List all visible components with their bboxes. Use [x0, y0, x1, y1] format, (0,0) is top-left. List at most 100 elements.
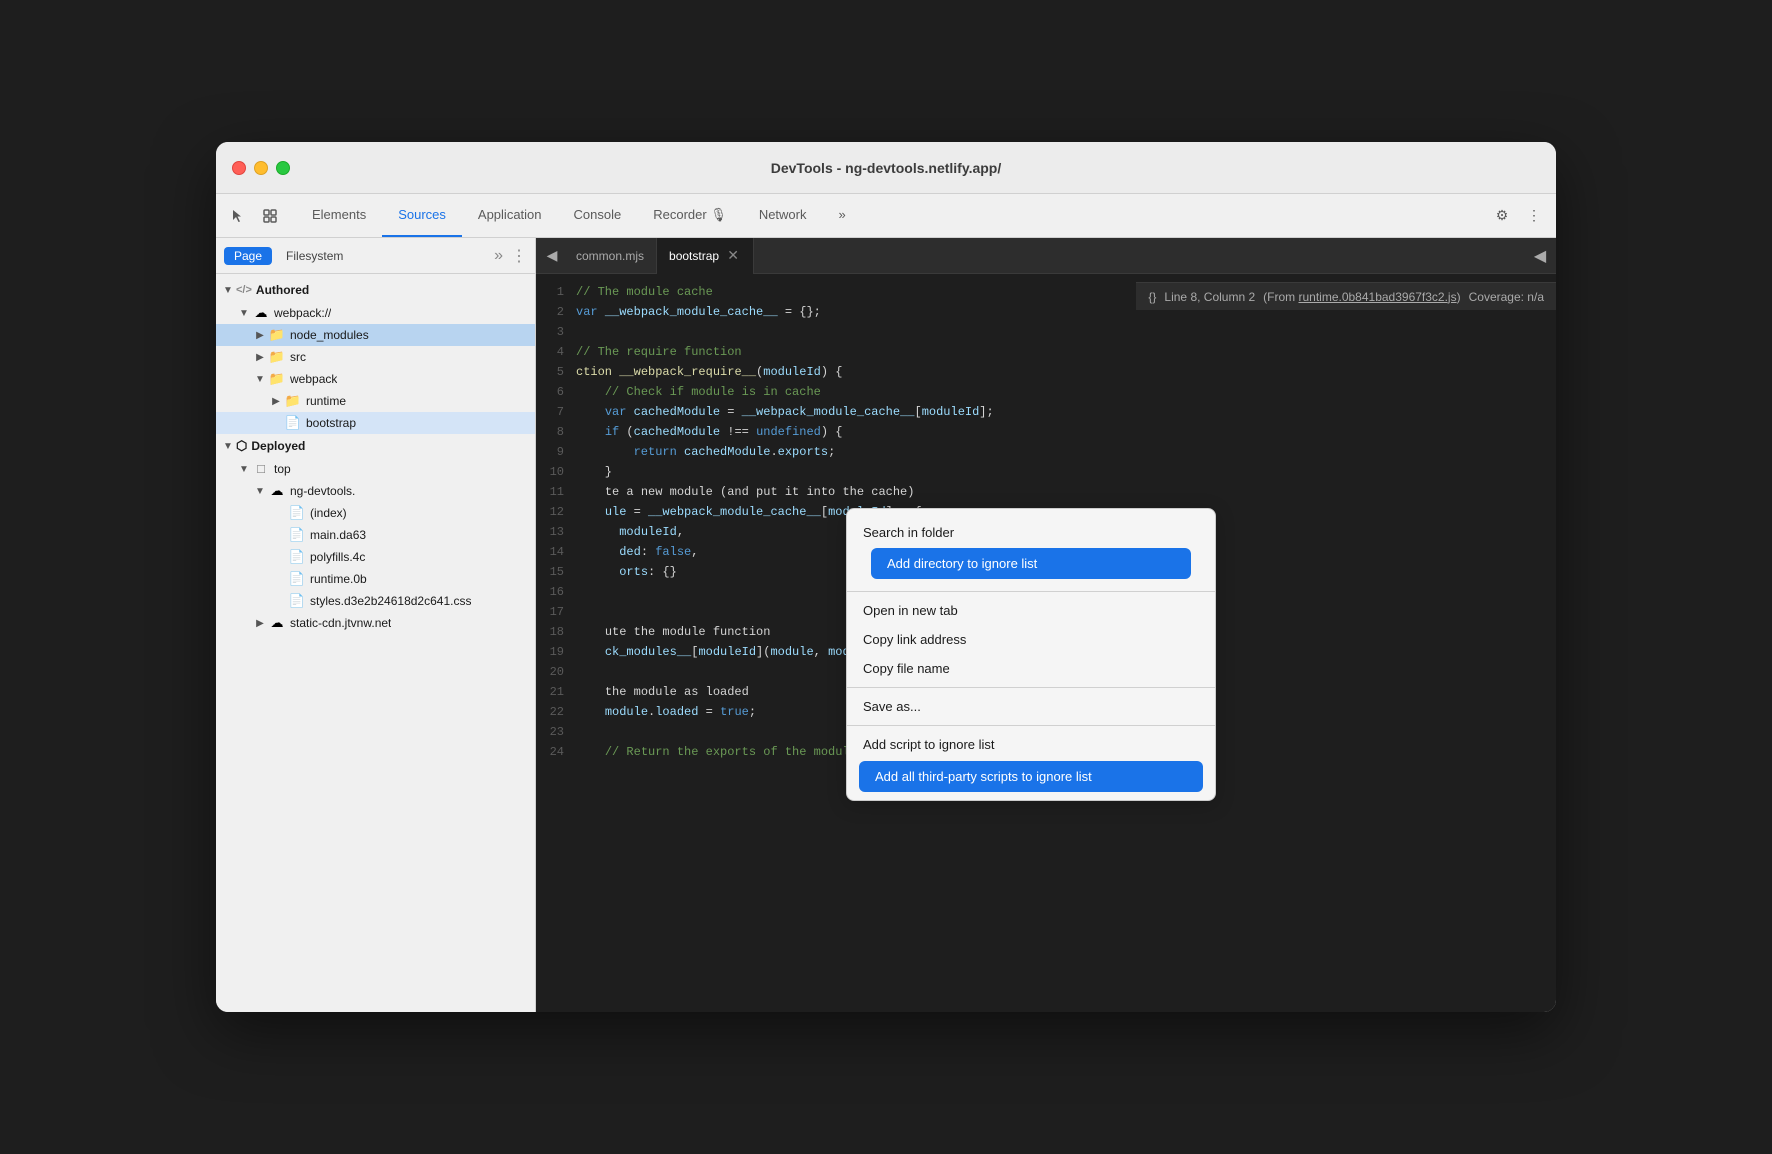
authored-tag-icon: </> [236, 284, 252, 296]
sidebar-tab-page[interactable]: Page [224, 247, 272, 265]
ng-devtools-label: ng-devtools. [290, 484, 355, 498]
runtime-item[interactable]: ▶ 📁 runtime [216, 390, 535, 412]
tab-application[interactable]: Application [462, 194, 558, 237]
line-numbers: 1 2 3 4 5 6 7 8 9 10 11 12 13 14 15 16 1 [536, 282, 576, 1004]
node-modules-folder-icon: 📁 [268, 326, 286, 344]
tab-bar-actions: ⚙ ⋮ [1488, 194, 1556, 237]
more-options-icon[interactable]: ⋮ [1520, 202, 1548, 230]
tab-more[interactable]: » [823, 194, 862, 237]
code-tab-prev-icon[interactable]: ◀ [540, 244, 564, 268]
polyfills-label: polyfills.4c [310, 550, 365, 564]
close-button[interactable] [232, 161, 246, 175]
runtime-arrow: ▶ [268, 396, 284, 407]
window-title: DevTools - ng-devtools.netlify.app/ [771, 160, 1002, 176]
sidebar-tabs: Page Filesystem » ⋮ [216, 238, 535, 274]
bootstrap-file-icon: 📄 [284, 414, 302, 432]
devtools-window: DevTools - ng-devtools.netlify.app/ Elem… [216, 142, 1556, 1012]
ctx-divider-2 [847, 687, 1215, 688]
bootstrap-item[interactable]: ▶ 📄 bootstrap [216, 412, 535, 434]
ctx-search-label[interactable]: Search in folder [859, 521, 1203, 544]
ng-devtools-arrow: ▼ [252, 486, 268, 497]
webpack-arrow: ▼ [236, 308, 252, 319]
ctx-add-script-ignore[interactable]: Add script to ignore list [847, 730, 1215, 759]
sidebar-more-icon[interactable]: » [494, 247, 503, 265]
styles-file-icon: 📄 [288, 592, 306, 610]
tab-sources[interactable]: Sources [382, 194, 462, 237]
ctx-add-directory-button[interactable]: Add directory to ignore list [871, 548, 1191, 579]
top-icon: ☐ [252, 460, 270, 478]
bootstrap-label: bootstrap [306, 416, 356, 430]
ctx-add-all-third-party-button[interactable]: Add all third-party scripts to ignore li… [859, 761, 1203, 792]
top-arrow: ▼ [236, 464, 252, 475]
webpack-folder-item[interactable]: ▼ 📁 webpack [216, 368, 535, 390]
cursor-icon[interactable] [224, 202, 252, 230]
top-label: top [274, 462, 291, 476]
main-tab-bar: Elements Sources Application Console Rec… [216, 194, 1556, 238]
ctx-search-section: Search in folder Add directory to ignore… [847, 515, 1215, 587]
close-tab-icon[interactable]: ✕ [725, 248, 741, 264]
tab-elements[interactable]: Elements [296, 194, 382, 237]
main-content: Page Filesystem » ⋮ ▼ </> Authored ▼ [216, 238, 1556, 1012]
ctx-copy-filename[interactable]: Copy file name [847, 654, 1215, 683]
code-tab-common[interactable]: common.mjs [564, 238, 657, 274]
styles-item[interactable]: ▶ 📄 styles.d3e2b24618d2c641.css [216, 590, 535, 612]
deployed-section[interactable]: ▼ ⬡ Deployed [216, 434, 535, 458]
tab-recorder[interactable]: Recorder 🎙 [637, 194, 743, 237]
polyfills-item[interactable]: ▶ 📄 polyfills.4c [216, 546, 535, 568]
static-cdn-cloud-icon: ☁ [268, 614, 286, 632]
authored-section[interactable]: ▼ </> Authored [216, 278, 535, 302]
node-modules-item[interactable]: ▶ 📁 node_modules [216, 324, 535, 346]
runtime-file-item[interactable]: ▶ 📄 runtime.0b [216, 568, 535, 590]
node-modules-label: node_modules [290, 328, 369, 342]
traffic-lights [232, 161, 290, 175]
ng-devtools-item[interactable]: ▼ ☁ ng-devtools. [216, 480, 535, 502]
settings-icon[interactable]: ⚙ [1488, 202, 1516, 230]
runtime-folder-icon: 📁 [284, 392, 302, 410]
code-tab-bootstrap[interactable]: bootstrap ✕ [657, 238, 754, 274]
ctx-open-new-tab[interactable]: Open in new tab [847, 596, 1215, 625]
code-tab-collapse-icon[interactable]: ◀ [1528, 244, 1552, 268]
ctx-copy-link[interactable]: Copy link address [847, 625, 1215, 654]
webpack-item[interactable]: ▼ ☁ webpack:// [216, 302, 535, 324]
src-item[interactable]: ▶ 📁 src [216, 346, 535, 368]
static-cdn-label: static-cdn.jtvnw.net [290, 616, 391, 630]
status-bar: {} Line 8, Column 2 (From runtime.0b841b… [1136, 282, 1556, 310]
format-icon[interactable]: {} [1148, 290, 1156, 304]
tab-bar-tools [224, 194, 296, 237]
sidebar-tree: ▼ </> Authored ▼ ☁ webpack:// ▶ 📁 node_m… [216, 274, 535, 1012]
ng-devtools-cloud-icon: ☁ [268, 482, 286, 500]
src-folder-icon: 📁 [268, 348, 286, 366]
main-label: main.da63 [310, 528, 366, 542]
webpack-folder-arrow: ▼ [252, 374, 268, 385]
common-tab-label: common.mjs [576, 249, 644, 263]
minimize-button[interactable] [254, 161, 268, 175]
ctx-divider-3 [847, 725, 1215, 726]
src-label: src [290, 350, 306, 364]
styles-label: styles.d3e2b24618d2c641.css [310, 594, 471, 608]
webpack-folder-icon: 📁 [268, 370, 286, 388]
tab-network[interactable]: Network [743, 194, 823, 237]
from-file-link[interactable]: runtime.0b841bad3967f3c2.js [1298, 290, 1456, 304]
bootstrap-tab-label: bootstrap [669, 249, 719, 263]
index-file-icon: 📄 [288, 504, 306, 522]
main-item[interactable]: ▶ 📄 main.da63 [216, 524, 535, 546]
maximize-button[interactable] [276, 161, 290, 175]
authored-label: Authored [256, 283, 309, 297]
index-item[interactable]: ▶ 📄 (index) [216, 502, 535, 524]
node-modules-arrow: ▶ [252, 330, 268, 341]
sidebar-tab-filesystem[interactable]: Filesystem [276, 247, 353, 265]
from-label: (From runtime.0b841bad3967f3c2.js) [1263, 290, 1460, 304]
static-cdn-item[interactable]: ▶ ☁ static-cdn.jtvnw.net [216, 612, 535, 634]
webpack-cloud-icon: ☁ [252, 304, 270, 322]
code-body[interactable]: 1 2 3 4 5 6 7 8 9 10 11 12 13 14 15 16 1 [536, 274, 1556, 1012]
top-item[interactable]: ▼ ☐ top [216, 458, 535, 480]
tab-console[interactable]: Console [558, 194, 638, 237]
polyfills-file-icon: 📄 [288, 548, 306, 566]
ctx-divider-1 [847, 591, 1215, 592]
inspect-icon[interactable] [256, 202, 284, 230]
ctx-save-as[interactable]: Save as... [847, 692, 1215, 721]
sidebar-options-icon[interactable]: ⋮ [511, 246, 527, 266]
code-area: ◀ common.mjs bootstrap ✕ ◀ 1 2 3 4 5 [536, 238, 1556, 1012]
runtime-label: runtime [306, 394, 346, 408]
sidebar: Page Filesystem » ⋮ ▼ </> Authored ▼ [216, 238, 536, 1012]
